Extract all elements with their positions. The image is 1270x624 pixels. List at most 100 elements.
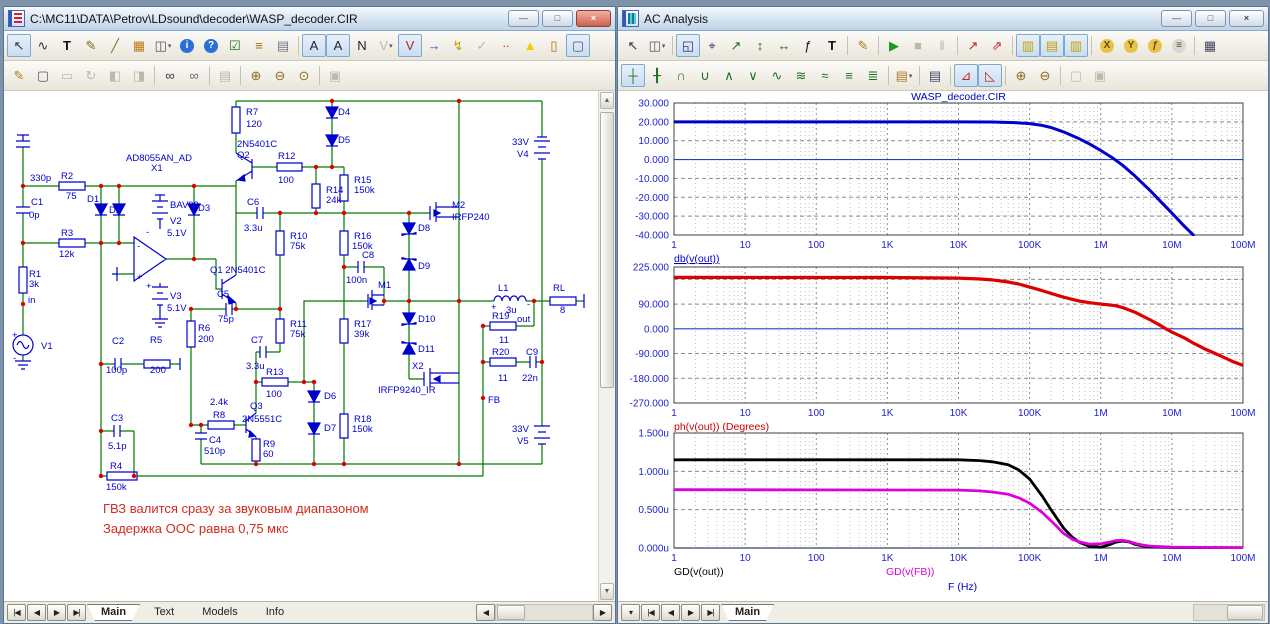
ac-analysis-titlebar[interactable]: AC Analysis — □ × bbox=[618, 7, 1268, 31]
tab-main[interactable]: Main bbox=[721, 604, 774, 621]
show-grid-text[interactable]: A bbox=[326, 34, 350, 57]
shapes-mode[interactable]: ◫▾ bbox=[151, 34, 175, 57]
cursor-global-low[interactable]: ≈ bbox=[813, 64, 837, 87]
flip-x[interactable]: ◧ bbox=[103, 64, 127, 87]
scroll-thumb[interactable] bbox=[497, 605, 525, 620]
tab-info[interactable]: Info bbox=[252, 604, 298, 621]
tab-text[interactable]: Text bbox=[140, 604, 188, 621]
box-select[interactable]: ▢ bbox=[31, 64, 55, 87]
scroll-track[interactable] bbox=[599, 110, 615, 582]
scale-mode[interactable]: ◱ bbox=[676, 34, 700, 57]
show-currents[interactable]: → bbox=[422, 34, 446, 57]
scroll-right-icon[interactable]: ▶ bbox=[593, 604, 612, 621]
diagonal-wire-mode[interactable]: ╱ bbox=[103, 34, 127, 57]
restore-button[interactable]: □ bbox=[1195, 10, 1226, 27]
text-log[interactable]: ▤ bbox=[213, 64, 237, 87]
point-tag[interactable]: ↗ bbox=[724, 34, 748, 57]
zoom-out[interactable]: ⊖ bbox=[268, 64, 292, 87]
properties[interactable]: ✎ bbox=[851, 34, 875, 57]
prev-page-button[interactable]: ◀ bbox=[661, 604, 680, 621]
plot-canvas[interactable]: 30.00020.00010.0000.000-10.000-20.000-30… bbox=[618, 91, 1266, 601]
scroll-thumb[interactable] bbox=[600, 112, 614, 388]
scroll-thumb[interactable] bbox=[1227, 605, 1263, 620]
numeric-output[interactable]: ▤ bbox=[923, 64, 947, 87]
horizontal-tag[interactable]: ↔ bbox=[772, 34, 796, 57]
next-page-button[interactable]: ▶ bbox=[47, 604, 66, 621]
component-mode[interactable]: ∿ bbox=[31, 34, 55, 57]
schematic-canvas[interactable]: 330pR275C10pR312kR13kinV1+-AD8055AN_ADX1… bbox=[4, 91, 598, 601]
show-dc-voltages[interactable]: V bbox=[398, 34, 422, 57]
select-tool[interactable]: ↖ bbox=[621, 34, 645, 57]
cursor-low[interactable]: ∨ bbox=[741, 64, 765, 87]
cursor-inflection[interactable]: ∿ bbox=[765, 64, 789, 87]
slope-tag-rise[interactable]: ↗ bbox=[961, 34, 985, 57]
pane-toggle-2[interactable]: ▤ bbox=[1040, 34, 1064, 57]
show-conditions[interactable]: ✓ bbox=[470, 34, 494, 57]
axis-list[interactable]: ≡ bbox=[1167, 34, 1191, 57]
zoom-100[interactable]: ⊙ bbox=[292, 64, 316, 87]
show-pin-connections[interactable]: ∙∙ bbox=[494, 34, 518, 57]
show-node-numbers[interactable]: N bbox=[350, 34, 374, 57]
find-next[interactable]: ∞ bbox=[182, 64, 206, 87]
y-axis-settings[interactable]: Y bbox=[1119, 34, 1143, 57]
pause[interactable]: ‖ bbox=[930, 34, 954, 57]
cursor-top[interactable]: ≣ bbox=[861, 64, 885, 87]
show-node-voltages-dropdown-icon[interactable]: ▾ bbox=[389, 42, 393, 50]
zoom-in[interactable]: ⊕ bbox=[1009, 64, 1033, 87]
formula-text[interactable]: ƒ bbox=[796, 34, 820, 57]
window-stack[interactable]: ≡ bbox=[247, 34, 271, 57]
schematic-horizontal-scrollbar[interactable]: ◀ ▶ bbox=[476, 605, 612, 620]
shapes-mode[interactable]: ◫▾ bbox=[645, 34, 669, 57]
warnings[interactable]: ▲ bbox=[518, 34, 542, 57]
help-mode[interactable]: ? bbox=[199, 34, 223, 57]
cursor-high[interactable]: ∧ bbox=[717, 64, 741, 87]
next-page-button[interactable]: ▶ bbox=[681, 604, 700, 621]
first-page-button[interactable]: |◀ bbox=[7, 604, 26, 621]
show-power[interactable]: ↯ bbox=[446, 34, 470, 57]
schematic-vertical-scrollbar[interactable]: ▲ ▼ bbox=[598, 91, 615, 601]
page-frame[interactable]: ▯ bbox=[542, 34, 566, 57]
clipboard-box[interactable]: ▭ bbox=[55, 64, 79, 87]
restore-button[interactable]: □ bbox=[542, 10, 573, 27]
cursor-nearest-point[interactable]: ╂ bbox=[645, 64, 669, 87]
model-check[interactable]: ☑ bbox=[223, 34, 247, 57]
slope-tag-points[interactable]: ⇗ bbox=[985, 34, 1009, 57]
copy-picture[interactable]: ▣ bbox=[323, 64, 347, 87]
scroll-up-icon[interactable]: ▲ bbox=[600, 92, 614, 109]
scroll-left-icon[interactable]: ◀ bbox=[476, 604, 495, 621]
cursor-mode[interactable]: ⌖ bbox=[700, 34, 724, 57]
page-edit[interactable]: ▤ bbox=[271, 34, 295, 57]
scroll-down-icon[interactable]: ▼ bbox=[600, 583, 614, 600]
stop[interactable]: ■ bbox=[906, 34, 930, 57]
cursor-next-point[interactable]: ┼ bbox=[621, 64, 645, 87]
cursor-global-high[interactable]: ≋ bbox=[789, 64, 813, 87]
scroll-track[interactable] bbox=[495, 604, 593, 621]
copy-cursor-values-dropdown-icon[interactable]: ▾ bbox=[909, 72, 913, 80]
tab-models[interactable]: Models bbox=[188, 604, 251, 621]
close-button[interactable]: × bbox=[1229, 10, 1264, 27]
minimize-button[interactable]: — bbox=[508, 10, 539, 27]
graph-text-mode[interactable]: T bbox=[820, 34, 844, 57]
last-page-button[interactable]: ▶| bbox=[67, 604, 86, 621]
text-mode[interactable]: T bbox=[55, 34, 79, 57]
scroll-track[interactable] bbox=[1193, 604, 1265, 621]
zoom-in[interactable]: ⊕ bbox=[244, 64, 268, 87]
shapes-mode-dropdown-icon[interactable]: ▾ bbox=[168, 42, 172, 50]
pane-toggle-3[interactable]: ▥ bbox=[1064, 34, 1088, 57]
minimize-button[interactable]: — bbox=[1161, 10, 1192, 27]
cursor-valley[interactable]: ∪ bbox=[693, 64, 717, 87]
zoom-auto[interactable]: ▢ bbox=[1064, 64, 1088, 87]
find[interactable]: ∞ bbox=[158, 64, 182, 87]
select-rectangle-mode[interactable]: ▢ bbox=[566, 34, 590, 57]
zoom-out[interactable]: ⊖ bbox=[1033, 64, 1057, 87]
schematic-titlebar[interactable]: C:\MC11\DATA\Petrov\LDsound\decoder\WASP… bbox=[4, 7, 615, 31]
x-axis-settings[interactable]: X bbox=[1095, 34, 1119, 57]
part-browser[interactable]: ▦ bbox=[127, 34, 151, 57]
copy-cursor-values[interactable]: ▤▾ bbox=[892, 64, 916, 87]
select-tool[interactable]: ↖ bbox=[7, 34, 31, 57]
close-button[interactable]: × bbox=[576, 10, 611, 27]
cursor-bottom[interactable]: ≡ bbox=[837, 64, 861, 87]
zoom-restore[interactable]: ▣ bbox=[1088, 64, 1112, 87]
pane-toggle-1[interactable]: ▥ bbox=[1016, 34, 1040, 57]
shapes-mode-dropdown-icon[interactable]: ▾ bbox=[662, 42, 666, 50]
